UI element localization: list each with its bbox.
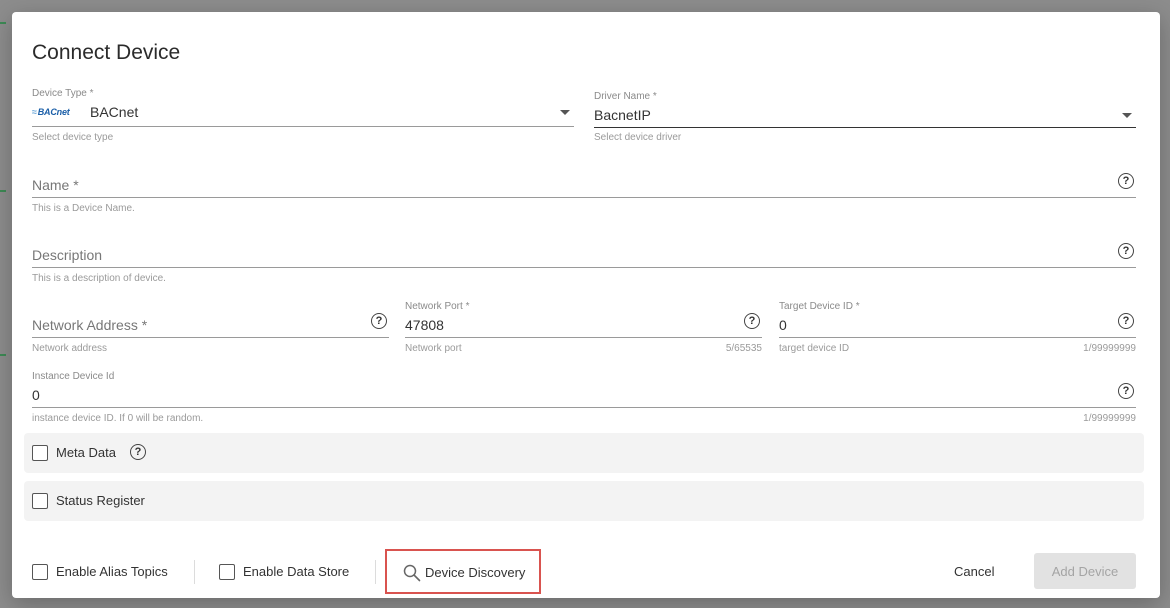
help-icon[interactable]: ? xyxy=(1118,313,1134,329)
bacnet-logo: ≈BACnet xyxy=(32,107,70,117)
instance-device-id-field[interactable]: Instance Device Id 0 ? instance device I… xyxy=(32,370,1136,428)
status-register-checkbox[interactable] xyxy=(32,493,48,509)
dialog-title: Connect Device xyxy=(32,41,181,64)
device-type-hint: Select device type xyxy=(32,132,114,143)
description-input[interactable]: Description xyxy=(32,247,102,263)
network-port-input[interactable]: 47808 xyxy=(405,317,444,333)
cancel-button[interactable]: Cancel xyxy=(954,564,994,579)
name-input[interactable]: Name * xyxy=(32,177,79,193)
device-discovery-button[interactable]: Device Discovery xyxy=(385,549,541,594)
add-device-button[interactable]: Add Device xyxy=(1034,553,1136,589)
driver-name-label: Driver Name * xyxy=(594,91,657,102)
meta-data-panel[interactable]: Meta Data ? xyxy=(24,433,1144,473)
instance-device-id-label: Instance Device Id xyxy=(32,371,115,382)
driver-name-hint: Select device driver xyxy=(594,132,682,143)
network-port-hint: Network port xyxy=(405,343,462,354)
name-field[interactable]: Name * ? This is a Device Name. xyxy=(32,172,1136,218)
network-address-hint: Network address xyxy=(32,343,108,354)
chevron-down-icon[interactable] xyxy=(1122,113,1132,118)
name-hint: This is a Device Name. xyxy=(32,203,135,214)
underline xyxy=(32,126,574,127)
enable-alias-topics-checkbox[interactable] xyxy=(32,564,48,580)
help-icon[interactable]: ? xyxy=(1118,173,1134,189)
network-port-field[interactable]: Network Port * 47808 ? Network port 5/65… xyxy=(405,300,762,358)
status-register-panel[interactable]: Status Register xyxy=(24,481,1144,521)
divider xyxy=(375,560,376,584)
target-device-id-input[interactable]: 0 xyxy=(779,317,787,333)
underline xyxy=(779,337,1136,338)
instance-device-id-hint: instance device ID. If 0 will be random. xyxy=(32,413,204,424)
target-device-id-counter: 1/99999999 xyxy=(1083,343,1136,354)
status-register-label[interactable]: Status Register xyxy=(56,493,145,508)
underline xyxy=(32,267,1136,268)
instance-device-id-input[interactable]: 0 xyxy=(32,387,40,403)
network-address-field[interactable]: Network Address * ? Network address xyxy=(32,312,389,358)
meta-data-checkbox[interactable] xyxy=(32,445,48,461)
device-type-select[interactable]: Device Type * ≈BACnet BACnet Select devi… xyxy=(32,86,574,148)
network-port-label: Network Port * xyxy=(405,301,470,312)
device-type-label: Device Type * xyxy=(32,88,94,99)
underline xyxy=(32,407,1136,408)
description-hint: This is a description of device. xyxy=(32,273,166,284)
driver-name-select[interactable]: Driver Name * BacnetIP Select device dri… xyxy=(594,89,1136,151)
connect-device-dialog: Connect Device Device Type * ≈BACnet BAC… xyxy=(12,12,1160,598)
background-mark xyxy=(0,190,6,192)
search-icon xyxy=(403,564,421,582)
enable-data-store-label[interactable]: Enable Data Store xyxy=(243,564,349,579)
help-icon[interactable]: ? xyxy=(1118,383,1134,399)
help-icon[interactable]: ? xyxy=(1118,243,1134,259)
divider xyxy=(194,560,195,584)
target-device-id-label: Target Device ID * xyxy=(779,301,860,312)
underline xyxy=(594,127,1136,128)
target-device-id-field[interactable]: Target Device ID * 0 ? target device ID … xyxy=(779,300,1136,358)
network-port-counter: 5/65535 xyxy=(725,343,762,354)
device-discovery-label: Device Discovery xyxy=(425,565,526,580)
help-icon[interactable]: ? xyxy=(130,444,146,460)
meta-data-label[interactable]: Meta Data xyxy=(56,445,116,460)
underline xyxy=(32,197,1136,198)
target-device-id-hint: target device ID xyxy=(779,343,850,354)
enable-data-store-checkbox[interactable] xyxy=(219,564,235,580)
background-mark xyxy=(0,354,6,356)
instance-device-id-counter: 1/99999999 xyxy=(1083,413,1136,424)
network-address-input[interactable]: Network Address * xyxy=(32,317,147,333)
help-icon[interactable]: ? xyxy=(744,313,760,329)
underline xyxy=(32,337,389,338)
help-icon[interactable]: ? xyxy=(371,313,387,329)
chevron-down-icon[interactable] xyxy=(560,110,570,115)
background-mark xyxy=(0,22,6,24)
device-type-value: BACnet xyxy=(90,104,139,120)
underline xyxy=(405,337,762,338)
driver-name-value: BacnetIP xyxy=(594,107,651,123)
description-field[interactable]: Description ? This is a description of d… xyxy=(32,242,1136,288)
enable-alias-topics-label[interactable]: Enable Alias Topics xyxy=(56,564,168,579)
